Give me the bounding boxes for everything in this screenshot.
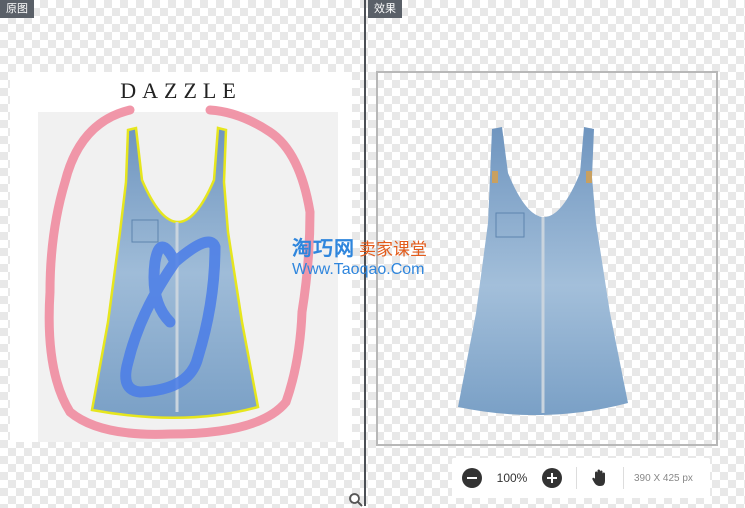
watermark-site-name: 淘巧网	[292, 238, 355, 260]
toolbar-separator	[623, 467, 624, 489]
zoom-out-icon[interactable]	[462, 468, 482, 488]
watermark-url: Www.Taoqao.Com	[292, 261, 425, 278]
site-watermark: 淘巧网 卖家课堂 Www.Taoqao.Com	[292, 232, 462, 282]
zoom-level: 100%	[496, 471, 528, 485]
zoom-in-icon[interactable]	[542, 468, 562, 488]
zoom-toolbar: 100% 390 X 425 px	[452, 458, 710, 498]
watermark-tagline: 卖家课堂	[359, 240, 427, 259]
original-pane-label: 原图	[0, 0, 34, 18]
hand-icon[interactable]	[589, 467, 611, 489]
toolbar-separator	[576, 467, 577, 489]
result-pane-label: 效果	[368, 0, 402, 18]
image-dimensions: 390 X 425 px	[634, 472, 693, 484]
dress-shape	[90, 126, 260, 420]
